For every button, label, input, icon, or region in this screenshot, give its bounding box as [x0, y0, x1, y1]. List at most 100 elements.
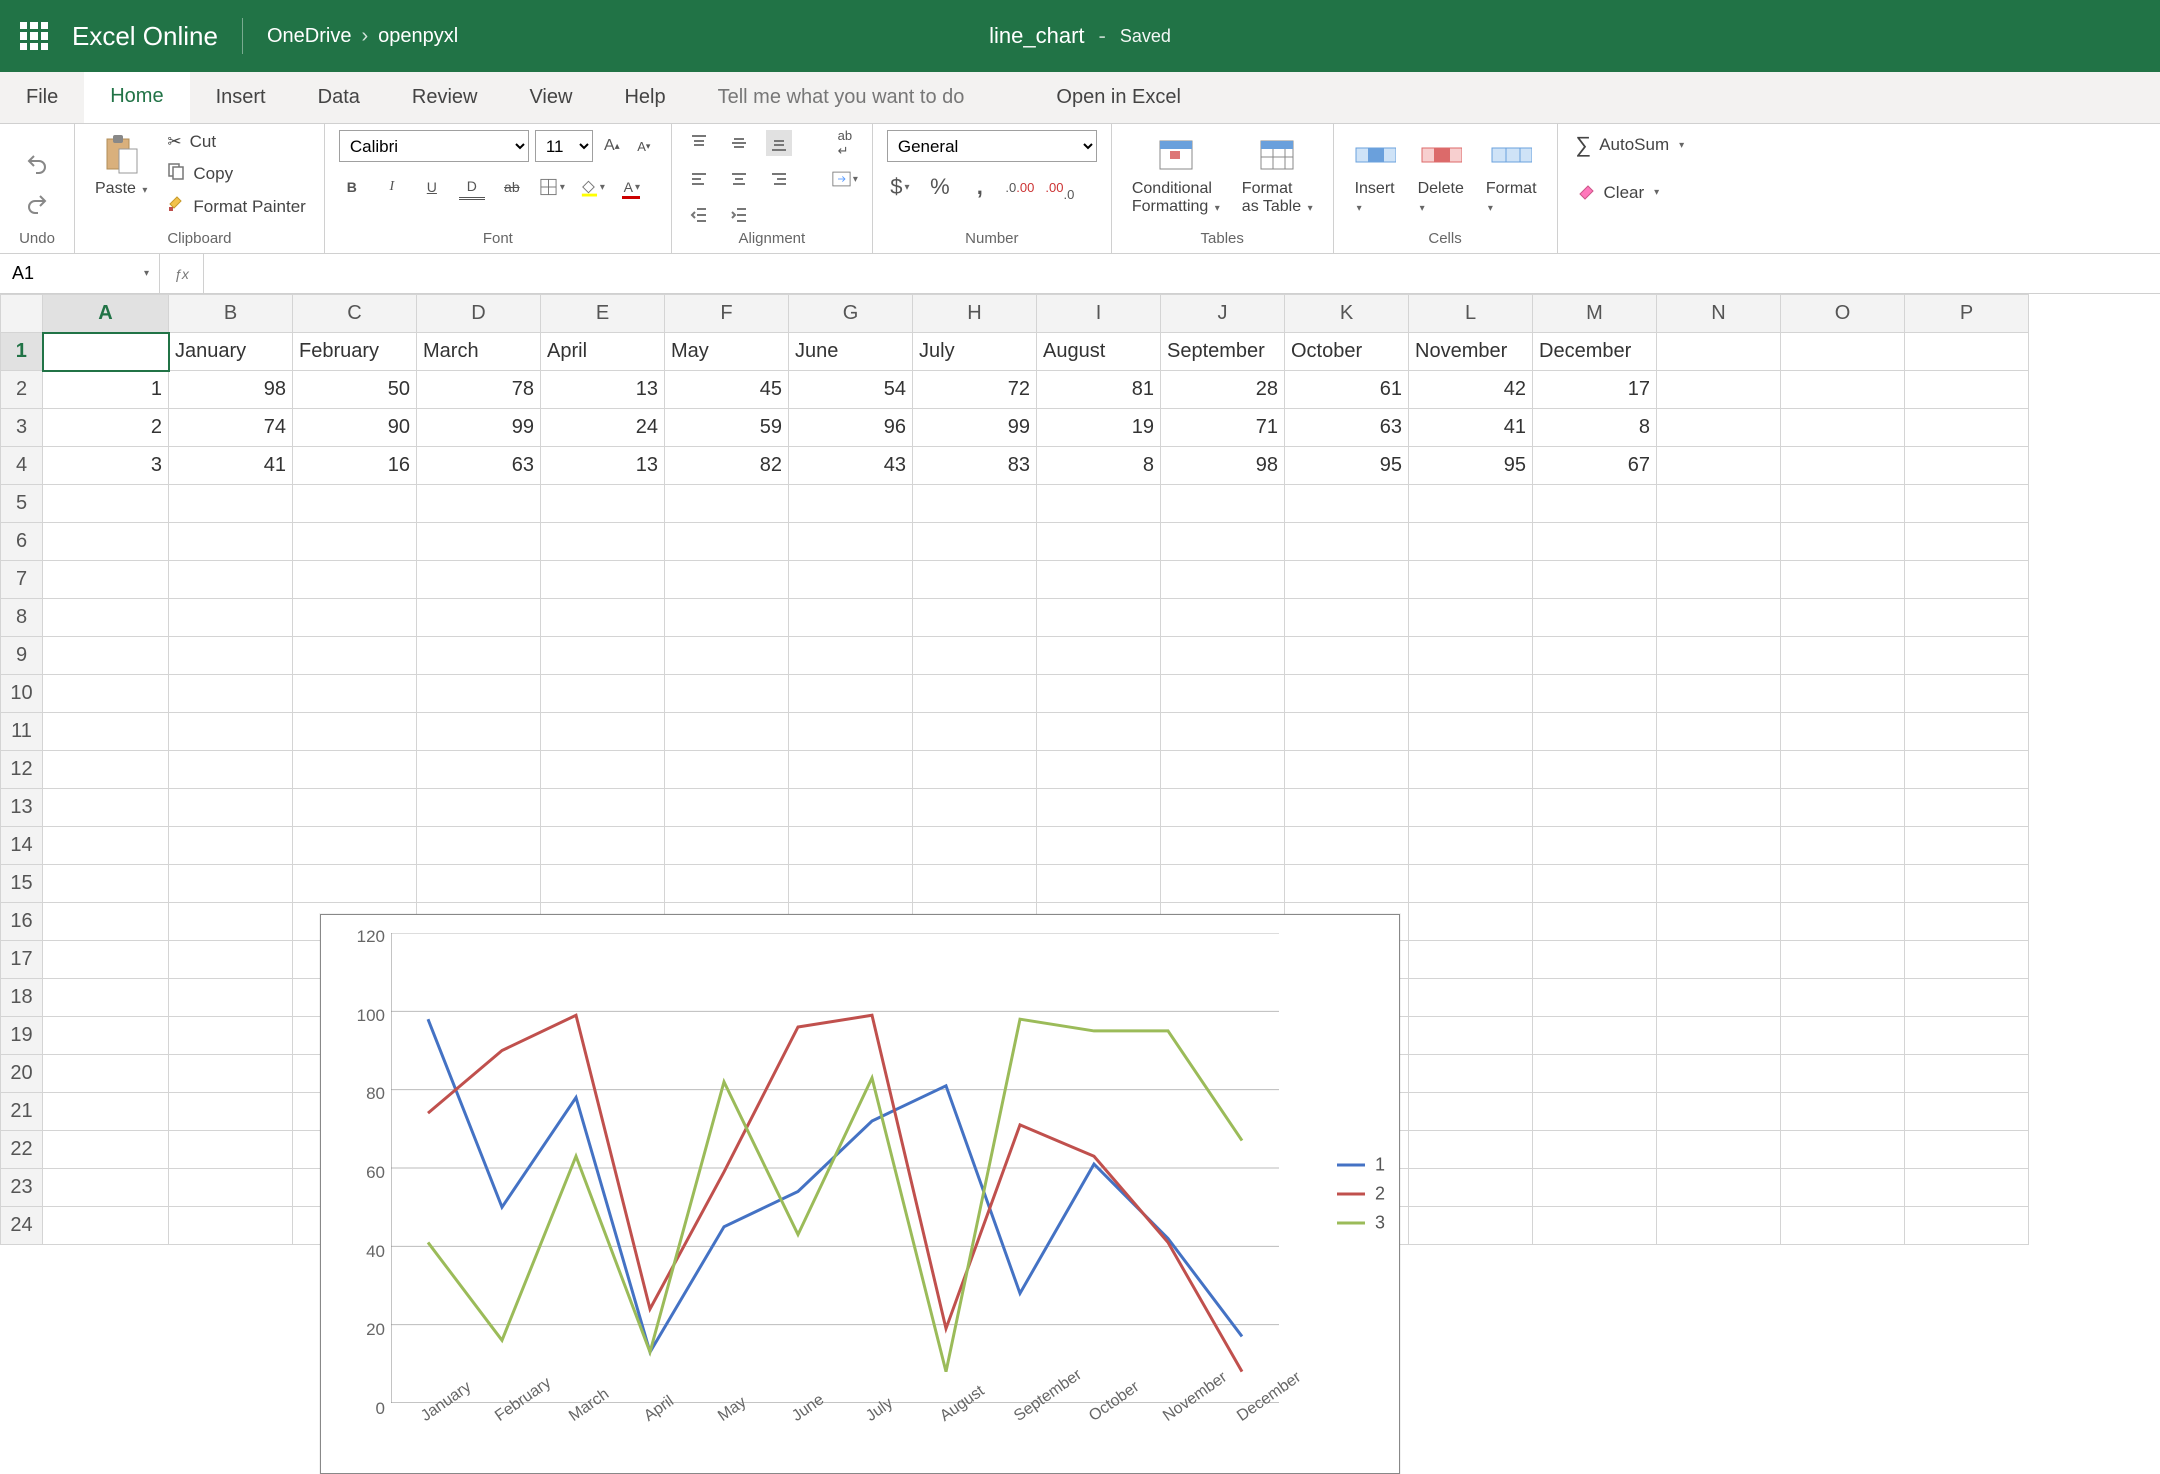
cell-D9[interactable] — [417, 637, 541, 675]
cell-O20[interactable] — [1781, 1055, 1905, 1093]
row-header-6[interactable]: 6 — [1, 523, 43, 561]
cell-O17[interactable] — [1781, 941, 1905, 979]
cell-O6[interactable] — [1781, 523, 1905, 561]
row-header-19[interactable]: 19 — [1, 1017, 43, 1055]
cell-M6[interactable] — [1533, 523, 1657, 561]
cell-L1[interactable]: November — [1409, 333, 1533, 371]
cell-E6[interactable] — [541, 523, 665, 561]
cell-B21[interactable] — [169, 1093, 293, 1131]
cell-A17[interactable] — [43, 941, 169, 979]
cell-C12[interactable] — [293, 751, 417, 789]
cell-B14[interactable] — [169, 827, 293, 865]
insert-cells-button[interactable]: Insert▾ — [1348, 130, 1402, 220]
cell-J4[interactable]: 98 — [1161, 447, 1285, 485]
column-header-K[interactable]: K — [1285, 295, 1409, 333]
cell-F12[interactable] — [665, 751, 789, 789]
cell-P23[interactable] — [1905, 1169, 2029, 1207]
cell-F9[interactable] — [665, 637, 789, 675]
cell-A19[interactable] — [43, 1017, 169, 1055]
cell-D10[interactable] — [417, 675, 541, 713]
column-header-C[interactable]: C — [293, 295, 417, 333]
cell-D3[interactable]: 99 — [417, 409, 541, 447]
breadcrumb-folder[interactable]: openpyxl — [378, 25, 458, 48]
cell-G14[interactable] — [789, 827, 913, 865]
row-header-1[interactable]: 1 — [1, 333, 43, 371]
cell-M24[interactable] — [1533, 1207, 1657, 1245]
cell-A21[interactable] — [43, 1093, 169, 1131]
cell-L7[interactable] — [1409, 561, 1533, 599]
cell-A20[interactable] — [43, 1055, 169, 1093]
cell-H12[interactable] — [913, 751, 1037, 789]
cell-L13[interactable] — [1409, 789, 1533, 827]
cell-D6[interactable] — [417, 523, 541, 561]
cell-B2[interactable]: 98 — [169, 371, 293, 409]
cell-P19[interactable] — [1905, 1017, 2029, 1055]
cell-P13[interactable] — [1905, 789, 2029, 827]
cell-P16[interactable] — [1905, 903, 2029, 941]
column-header-M[interactable]: M — [1533, 295, 1657, 333]
cell-M19[interactable] — [1533, 1017, 1657, 1055]
row-header-7[interactable]: 7 — [1, 561, 43, 599]
paste-button[interactable]: Paste ▾ — [89, 130, 153, 202]
cell-N10[interactable] — [1657, 675, 1781, 713]
tab-insert[interactable]: Insert — [190, 72, 292, 123]
cell-J5[interactable] — [1161, 485, 1285, 523]
cell-C6[interactable] — [293, 523, 417, 561]
format-cells-button[interactable]: Format▾ — [1480, 130, 1543, 220]
cell-E12[interactable] — [541, 751, 665, 789]
row-header-17[interactable]: 17 — [1, 941, 43, 979]
cell-O4[interactable] — [1781, 447, 1905, 485]
cell-N24[interactable] — [1657, 1207, 1781, 1245]
cell-C3[interactable]: 90 — [293, 409, 417, 447]
row-header-13[interactable]: 13 — [1, 789, 43, 827]
document-name[interactable]: line_chart — [989, 23, 1084, 49]
cell-B7[interactable] — [169, 561, 293, 599]
cell-G13[interactable] — [789, 789, 913, 827]
cell-M9[interactable] — [1533, 637, 1657, 675]
cell-M18[interactable] — [1533, 979, 1657, 1017]
cell-K10[interactable] — [1285, 675, 1409, 713]
open-in-excel-button[interactable]: Open in Excel — [1030, 72, 1207, 123]
tell-me-search[interactable]: Tell me what you want to do — [692, 72, 991, 123]
cell-E9[interactable] — [541, 637, 665, 675]
italic-button[interactable]: I — [379, 174, 405, 200]
cell-N1[interactable] — [1657, 333, 1781, 371]
column-header-P[interactable]: P — [1905, 295, 2029, 333]
column-header-H[interactable]: H — [913, 295, 1037, 333]
cell-L12[interactable] — [1409, 751, 1533, 789]
cell-K2[interactable]: 61 — [1285, 371, 1409, 409]
cell-K7[interactable] — [1285, 561, 1409, 599]
cell-A9[interactable] — [43, 637, 169, 675]
cell-G1[interactable]: June — [789, 333, 913, 371]
cell-K4[interactable]: 95 — [1285, 447, 1409, 485]
borders-button[interactable]: ▾ — [539, 174, 565, 200]
cell-F6[interactable] — [665, 523, 789, 561]
cell-M12[interactable] — [1533, 751, 1657, 789]
cell-N12[interactable] — [1657, 751, 1781, 789]
cell-I15[interactable] — [1037, 865, 1161, 903]
app-launcher-icon[interactable] — [20, 22, 48, 50]
cell-G7[interactable] — [789, 561, 913, 599]
cell-L5[interactable] — [1409, 485, 1533, 523]
cell-E13[interactable] — [541, 789, 665, 827]
cell-I8[interactable] — [1037, 599, 1161, 637]
cell-I5[interactable] — [1037, 485, 1161, 523]
cell-N17[interactable] — [1657, 941, 1781, 979]
cell-A6[interactable] — [43, 523, 169, 561]
cell-A5[interactable] — [43, 485, 169, 523]
cell-M11[interactable] — [1533, 713, 1657, 751]
cell-B10[interactable] — [169, 675, 293, 713]
cell-H9[interactable] — [913, 637, 1037, 675]
cell-N20[interactable] — [1657, 1055, 1781, 1093]
cell-A15[interactable] — [43, 865, 169, 903]
cell-N3[interactable] — [1657, 409, 1781, 447]
cell-D11[interactable] — [417, 713, 541, 751]
cell-B9[interactable] — [169, 637, 293, 675]
cell-C11[interactable] — [293, 713, 417, 751]
cell-P4[interactable] — [1905, 447, 2029, 485]
cell-G12[interactable] — [789, 751, 913, 789]
undo-button[interactable] — [24, 151, 50, 177]
cell-M15[interactable] — [1533, 865, 1657, 903]
cell-J7[interactable] — [1161, 561, 1285, 599]
cell-P9[interactable] — [1905, 637, 2029, 675]
